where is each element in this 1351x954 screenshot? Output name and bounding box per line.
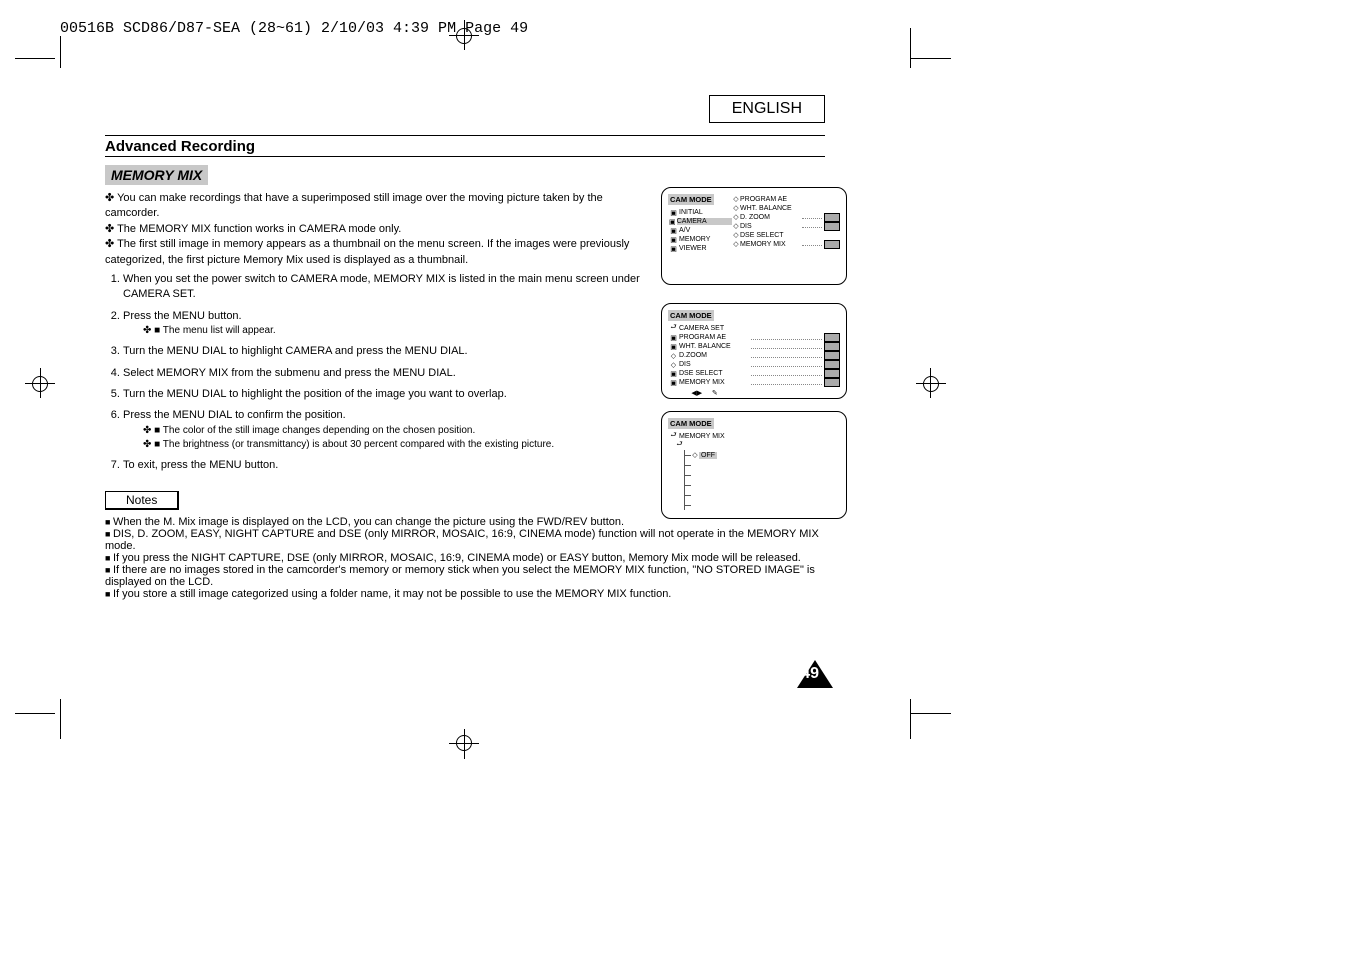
menu-icon: ▣ [668,236,679,244]
osd-sublabel: DIS [740,223,800,230]
osd-sublabel: PROGRAM AE [740,196,800,203]
osd-screen-camera-set: CAM MODE ⮐CAMERA SET ▣PROGRAM AE▣WHT. BA… [661,303,847,399]
osd-title: CAM MODE [668,418,714,429]
menu-icon: ▣ [668,218,677,226]
thumbnail-icon [824,360,840,369]
thumbnail-icon [824,378,840,387]
osd-back: MEMORY MIX [679,433,749,440]
osd-subrow: ◇WHT. BALANCE [732,204,840,213]
osd-subrow: ◇D. ZOOM [732,213,840,222]
thumbnail-icon [824,222,840,231]
note-item: If there are no images stored in the cam… [105,564,825,588]
osd-label: D.ZOOM [679,352,749,359]
osd-label: VIEWER [679,245,749,252]
diamond-icon: ◇ [732,195,740,203]
osd-screen-memory-mix: CAM MODE ⮐MEMORY MIX ⮐ ◇OFF [661,411,847,519]
step-item: Turn the MENU DIAL to highlight the posi… [123,387,645,402]
menu-icon: ◇ [668,361,679,369]
note-item: If you store a still image categorized u… [105,588,825,600]
menu-icon: ▣ [668,379,679,387]
crop-mark [910,699,911,739]
step-item: Press the MENU button.■ The menu list wi… [123,309,645,338]
osd-row: ▣MEMORY MIX [668,378,840,387]
note-item: If you press the NIGHT CAPTURE, DSE (onl… [105,552,825,564]
back-icon: ⮐ [674,440,685,451]
menu-icon: ▣ [668,227,679,235]
note-item: DIS, D. ZOOM, EASY, NIGHT CAPTURE and DS… [105,528,825,552]
osd-back: CAMERA SET [679,325,749,332]
intro-item: The first still image in memory appears … [105,237,645,268]
menu-icon: ▣ [668,209,679,217]
step-sub: ■ The color of the still image changes d… [143,424,645,438]
thumbnail-icon [824,351,840,360]
step-item: When you set the power switch to CAMERA … [123,272,645,303]
page-title: Advanced Recording [105,135,825,157]
step-item: To exit, press the MENU button. [123,458,645,473]
menu-icon: ▣ [668,370,679,378]
menu-icon: ▣ [668,334,679,342]
osd-row: ▣DSE SELECT [668,369,840,378]
thumbnail-icon [824,342,840,351]
thumbnail-icon [824,213,840,222]
osd-row: ◇D.ZOOM [668,351,840,360]
osd-title: CAM MODE [668,194,714,205]
osd-label: DIS [679,361,749,368]
thumbnail-icon [824,369,840,378]
reg-mark-circle [456,28,472,44]
osd-label: WHT. BALANCE [679,343,749,350]
osd-label: MEMORY MIX [679,379,749,386]
notes-label-box: Notes [105,491,179,510]
osd-subrow: ◇PROGRAM AE [732,195,840,204]
menu-icon: ▣ [668,245,679,253]
osd-sublabel: D. ZOOM [740,214,800,221]
diamond-icon: ◇ [732,213,740,221]
language-box: ENGLISH [709,95,825,123]
step-sub: ■ The menu list will appear. [143,324,645,338]
osd-row: ▣WHT. BALANCE [668,342,840,351]
body-text: You can make recordings that have a supe… [105,191,645,473]
section-heading: MEMORY MIX [105,165,208,185]
osd-label: MEMORY [679,236,749,243]
thumbnail-icon [824,333,840,342]
crop-mark [911,58,951,59]
reg-mark-circle [923,376,939,392]
osd-selected: OFF [699,452,717,459]
menu-icon: ▣ [668,343,679,351]
step-sub: ■ The brightness (or transmittancy) is a… [143,438,645,452]
osd-sublabel: WHT. BALANCE [740,205,800,212]
step-item: Select MEMORY MIX from the submenu and p… [123,366,645,381]
osd-sublabel: DSE SELECT [740,232,800,239]
step-item: Press the MENU DIAL to confirm the posit… [123,408,645,451]
osd-position-tree: ◇OFF [684,450,840,510]
osd-title: CAM MODE [668,310,714,321]
page-number: 49 [801,665,819,683]
osd-label: A/V [679,227,749,234]
page-body: ENGLISH Advanced Recording MEMORY MIX Yo… [105,95,825,611]
intro-item: You can make recordings that have a supe… [105,191,645,222]
crop-mark [15,713,55,714]
osd-row: ◇DIS [668,360,840,369]
osd-row: ▣CAMERA◇PROGRAM AE◇WHT. BALANCE◇D. ZOOM◇… [668,217,840,226]
osd-label: CAMERA [677,218,732,225]
osd-label: PROGRAM AE [679,334,749,341]
crop-mark [910,28,911,68]
notes-list: When the M. Mix image is displayed on th… [105,516,825,600]
crop-mark [911,713,951,714]
thumbnail-icon [824,240,840,249]
osd-hint: ◀▶ ✎ [668,389,840,397]
osd-sublabel: MEMORY MIX [740,241,800,248]
reg-mark-circle [456,735,472,751]
osd-row: ▣PROGRAM AE [668,333,840,342]
diamond-icon: ◇ [732,204,740,212]
crop-mark [60,699,61,739]
intro-item: The MEMORY MIX function works in CAMERA … [105,222,645,237]
osd-screen-main: CAM MODE ▣INITIAL▣CAMERA◇PROGRAM AE◇WHT.… [661,187,847,285]
menu-icon: ◇ [668,352,679,360]
osd-label: DSE SELECT [679,370,749,377]
reg-mark-circle [32,376,48,392]
back-icon: ⮐ [668,323,679,334]
crop-mark [15,58,55,59]
step-item: Turn the MENU DIAL to highlight CAMERA a… [123,344,645,359]
crop-mark [60,36,61,68]
